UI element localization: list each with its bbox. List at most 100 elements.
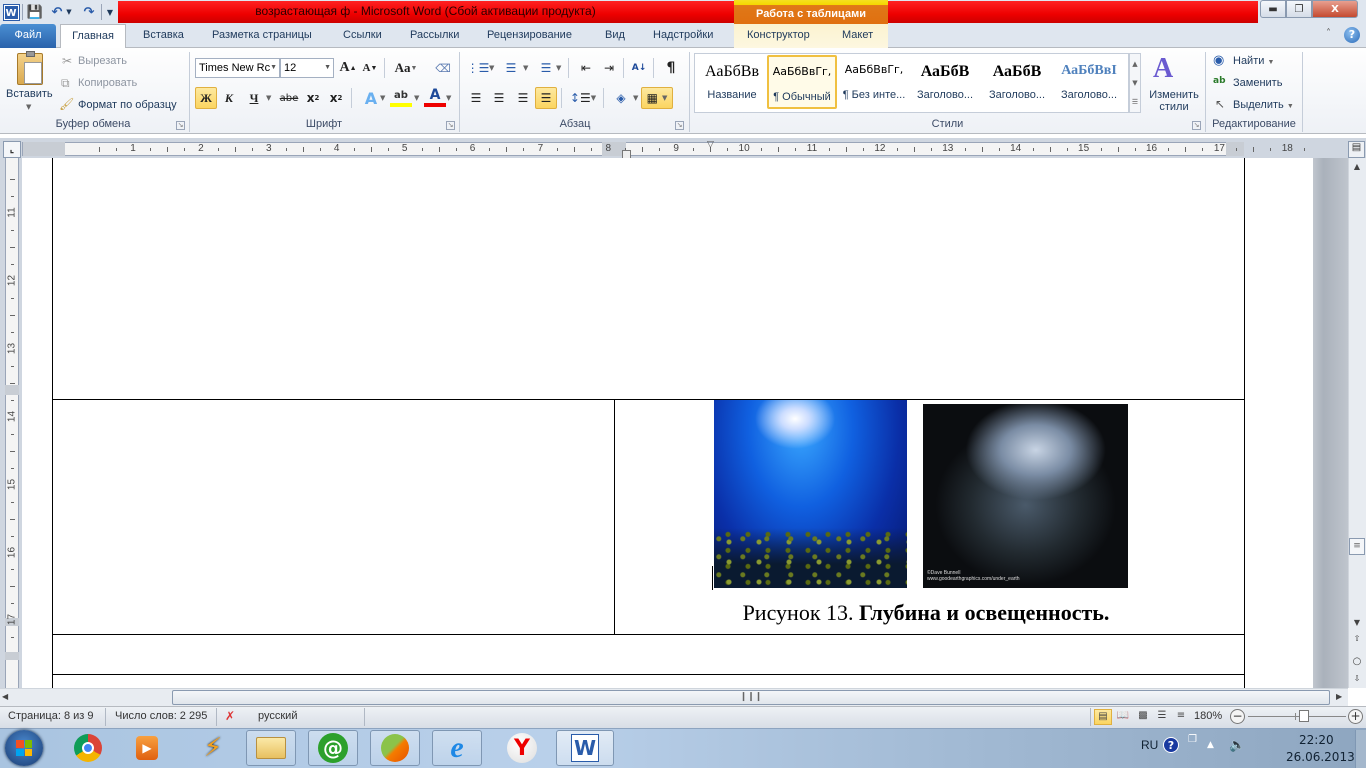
font-color-button[interactable]: A xyxy=(424,87,446,107)
taskbar-word[interactable]: W xyxy=(556,730,614,766)
print-layout-view-button[interactable]: ▤ xyxy=(1094,709,1112,725)
vruler-row-marker[interactable] xyxy=(5,385,19,395)
proofing-errors-icon[interactable]: ✗ xyxy=(225,709,235,723)
vertical-scrollbar[interactable] xyxy=(1348,158,1366,688)
font-launcher-icon[interactable]: ↘ xyxy=(446,121,455,130)
multilevel-list-button[interactable]: ☰ xyxy=(535,57,557,79)
clock-date[interactable]: 26.06.2013 xyxy=(1286,750,1355,764)
tab-add-ins[interactable]: Надстройки xyxy=(643,24,723,48)
tab-page-layout[interactable]: Разметка страницы xyxy=(202,24,322,48)
borders-button[interactable]: ▦ ▼ xyxy=(641,87,673,109)
clipboard-launcher-icon[interactable]: ↘ xyxy=(176,121,185,130)
tab-home[interactable]: Главная xyxy=(60,24,126,49)
select-browse-object-icon[interactable]: ○ xyxy=(1349,656,1365,670)
bullets-button[interactable]: ⋮☰ xyxy=(467,57,490,79)
tab-table-layout[interactable]: Макет xyxy=(832,24,883,48)
horizontal-scroll-thumb[interactable]: ❙❙❙ xyxy=(172,690,1330,705)
show-hidden-icons-icon[interactable]: ▲ xyxy=(1207,740,1214,750)
scroll-left-arrow-icon[interactable]: ◀ xyxy=(2,692,8,701)
underline-dropdown-icon[interactable]: ▼ xyxy=(266,94,271,102)
clock-time[interactable]: 22:20 xyxy=(1299,733,1334,747)
decrease-indent-button[interactable]: ⇤ xyxy=(575,57,597,79)
taskbar-app-orange-green[interactable] xyxy=(370,730,420,766)
tab-insert[interactable]: Вставка xyxy=(133,24,194,48)
change-styles-button[interactable]: Изменить стили xyxy=(1147,89,1201,113)
help-tray-icon[interactable]: ? xyxy=(1163,737,1179,753)
customize-qat-icon[interactable]: ▼ xyxy=(104,3,116,21)
paste-label[interactable]: Вставить xyxy=(6,88,53,100)
show-desktop-button[interactable] xyxy=(1355,730,1366,768)
draft-view-button[interactable]: ≡ xyxy=(1172,709,1190,725)
chevron-down-icon[interactable]: ▼ xyxy=(633,94,638,102)
strikethrough-button[interactable]: abe xyxy=(278,87,300,109)
bold-button[interactable]: Ж xyxy=(195,87,217,109)
volume-icon[interactable]: 🔈 xyxy=(1229,738,1245,753)
underline-button[interactable]: Ч xyxy=(243,87,265,109)
web-layout-view-button[interactable]: ▩ xyxy=(1134,709,1152,725)
more-styles-icon[interactable]: ☰ xyxy=(1132,98,1138,106)
superscript-button[interactable]: x2 xyxy=(325,87,347,109)
zoom-out-button[interactable]: − xyxy=(1230,709,1245,724)
next-page-icon[interactable]: ⇩ xyxy=(1349,674,1365,688)
text-effects-button[interactable]: A xyxy=(360,87,382,109)
align-left-button[interactable]: ☰ xyxy=(465,87,487,109)
style-heading-1[interactable]: АаБбВ Заголово... xyxy=(910,55,980,109)
paste-dropdown-icon[interactable]: ▼ xyxy=(26,103,31,111)
font-name-combo[interactable]: Times New Rc ▼ xyxy=(195,58,280,78)
italic-button[interactable]: К xyxy=(218,87,240,109)
zoom-slider-thumb[interactable] xyxy=(1299,710,1309,722)
styles-launcher-icon[interactable]: ↘ xyxy=(1192,121,1201,130)
chevron-down-icon[interactable]: ▼ xyxy=(523,64,528,72)
style-title[interactable]: АаБбВв Название xyxy=(697,55,767,109)
word-logo-icon[interactable]: W xyxy=(2,3,20,21)
chevron-down-icon[interactable]: ▼ xyxy=(446,94,451,102)
font-size-combo[interactable]: 12 ▼ xyxy=(280,58,334,78)
language-indicator[interactable]: русский xyxy=(258,710,297,722)
save-icon[interactable]: 💾 xyxy=(26,3,44,21)
taskbar-explorer[interactable] xyxy=(246,730,296,766)
style-heading-3[interactable]: АаБбВвI Заголово... xyxy=(1054,55,1124,109)
zoom-slider-track[interactable] xyxy=(1248,716,1346,717)
align-right-button[interactable]: ☰ xyxy=(512,87,534,109)
scroll-down-icon[interactable]: ▼ xyxy=(1132,79,1137,87)
justify-button[interactable]: ☰ xyxy=(535,87,557,109)
figure-caption[interactable]: Рисунок 13. Глубина и освещенность. xyxy=(620,600,1232,626)
grow-font-button[interactable]: A ▲ xyxy=(337,57,359,79)
redo-icon[interactable]: ↷ xyxy=(80,3,98,21)
outline-view-button[interactable]: ☰ xyxy=(1153,709,1171,725)
restore-button[interactable]: ❐ xyxy=(1286,0,1312,18)
chevron-down-icon[interactable]: ▼ xyxy=(414,94,419,102)
paste-button[interactable] xyxy=(14,51,46,86)
replace-button[interactable]: Заменить xyxy=(1233,77,1282,89)
chevron-down-icon[interactable]: ▼ xyxy=(489,64,494,72)
shrink-font-button[interactable]: A ▼ xyxy=(359,57,381,79)
tab-selector-button[interactable]: ⌞ xyxy=(3,141,21,158)
chevron-down-icon[interactable]: ▼ xyxy=(556,64,561,72)
vertical-ruler[interactable] xyxy=(5,158,19,688)
scroll-right-arrow-icon[interactable]: ▶ xyxy=(1336,692,1342,701)
underwater-sunlight-image[interactable] xyxy=(714,400,907,588)
taskbar-yandex-browser[interactable]: Y xyxy=(497,730,547,766)
tab-file[interactable]: Файл xyxy=(0,24,56,48)
full-screen-reading-view-button[interactable]: 📖 xyxy=(1114,709,1132,725)
sort-button[interactable]: A↓ xyxy=(628,57,650,79)
close-button[interactable]: X xyxy=(1312,0,1358,18)
cave-shaft-image[interactable]: ©Dave Bunnell www.goodearthgraphics.com/u… xyxy=(923,404,1128,588)
minimize-ribbon-icon[interactable]: ˄ xyxy=(1326,28,1331,39)
clear-formatting-icon[interactable]: ⌫ xyxy=(432,57,454,79)
shading-button[interactable]: ◈ xyxy=(610,87,632,109)
tab-references[interactable]: Ссылки xyxy=(333,24,392,48)
page-indicator[interactable]: Страница: 8 из 9 xyxy=(8,710,94,722)
style-no-spacing[interactable]: АаБбВвГг, ¶ Без инте... xyxy=(839,55,909,109)
styles-gallery-scroll[interactable]: ▲ ▼ ☰ xyxy=(1129,53,1141,113)
find-button[interactable]: Найти ▼ xyxy=(1233,55,1274,67)
language-bar[interactable]: RU xyxy=(1141,738,1158,752)
tab-mailings[interactable]: Рассылки xyxy=(400,24,469,48)
zoom-in-button[interactable]: + xyxy=(1348,709,1363,724)
help-icon[interactable]: ? xyxy=(1344,27,1360,43)
minimize-button[interactable]: ▬ xyxy=(1260,0,1286,18)
highlight-color-button[interactable]: ab xyxy=(390,87,412,107)
tab-review[interactable]: Рецензирование xyxy=(477,24,582,48)
change-case-button[interactable]: Aa ▼ xyxy=(392,57,420,79)
horizontal-ruler[interactable] xyxy=(22,142,1244,156)
